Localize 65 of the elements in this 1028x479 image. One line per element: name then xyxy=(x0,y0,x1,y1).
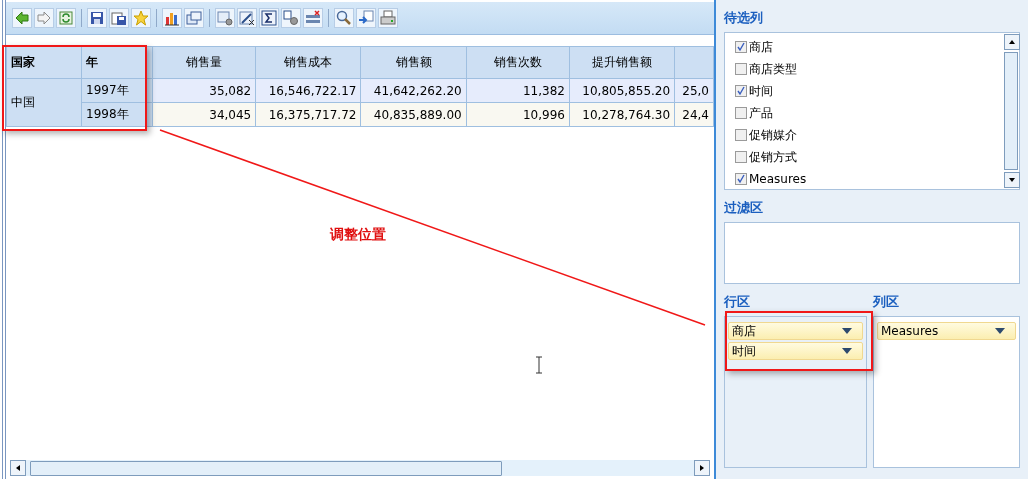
scroll-down-icon xyxy=(1008,176,1016,184)
column-header: 销售次数 xyxy=(466,46,570,79)
column-option[interactable]: 商店类型 xyxy=(749,60,797,78)
table-cell: 40,835,889.00 xyxy=(360,102,467,127)
column-option[interactable]: 商店 xyxy=(749,38,773,56)
scroll-right-icon xyxy=(698,464,706,472)
column-option[interactable]: Measures xyxy=(749,172,807,186)
table-cell: 16,375,717.72 xyxy=(255,102,361,127)
checkbox[interactable] xyxy=(735,63,747,75)
export-icon[interactable] xyxy=(356,8,376,28)
sigma-icon[interactable] xyxy=(259,8,279,28)
row-header-cell: 中国 xyxy=(6,78,82,127)
bar-chart-icon[interactable] xyxy=(162,8,182,28)
caret-icon[interactable] xyxy=(995,328,1005,334)
checkbox[interactable] xyxy=(735,41,747,53)
checkbox[interactable] xyxy=(735,129,747,141)
table-cell: 10,278,764.30 xyxy=(569,102,675,127)
column-option[interactable]: 促销方式 xyxy=(749,148,797,166)
save-as-icon[interactable] xyxy=(109,8,129,28)
table-cell: 34,045 xyxy=(152,102,256,127)
checkbox[interactable] xyxy=(735,107,747,119)
table-cell: 35,082 xyxy=(152,78,256,103)
text-cursor-icon xyxy=(534,356,544,374)
column-option[interactable]: 产品 xyxy=(749,104,773,122)
save-icon[interactable] xyxy=(87,8,107,28)
table-cell: 10,996 xyxy=(466,102,570,127)
horizontal-scrollbar[interactable] xyxy=(10,460,710,476)
refresh-icon[interactable] xyxy=(56,8,76,28)
section-title: 过滤区 xyxy=(724,199,764,217)
checkbox[interactable] xyxy=(735,151,747,163)
table-cell: 11,382 xyxy=(466,78,570,103)
scroll-left-icon xyxy=(14,464,22,472)
star-icon[interactable] xyxy=(131,8,151,28)
scroll-up-icon xyxy=(1008,38,1016,46)
caret-icon[interactable] xyxy=(842,348,852,354)
column-header: 销售成本 xyxy=(255,46,361,79)
column-header: 销售额 xyxy=(360,46,467,79)
annotation-text: 调整位置 xyxy=(330,226,386,244)
field-chip[interactable]: 商店 xyxy=(728,322,863,340)
field-chip[interactable]: Measures xyxy=(877,322,1016,340)
column-option[interactable]: 时间 xyxy=(749,82,773,100)
edit-icon[interactable] xyxy=(237,8,257,28)
section-title: 列区 xyxy=(873,293,900,311)
table-cell: 41,642,262.20 xyxy=(360,78,467,103)
forward-arrow-icon[interactable] xyxy=(34,8,54,28)
caret-icon[interactable] xyxy=(842,328,852,334)
checkbox[interactable] xyxy=(735,85,747,97)
section-title: 行区 xyxy=(724,293,751,311)
remove-icon[interactable] xyxy=(303,8,323,28)
column-header: 提升销售额 xyxy=(569,46,675,79)
column-header: 销售量 xyxy=(152,46,256,79)
back-arrow-icon[interactable] xyxy=(12,8,32,28)
field-chip[interactable]: 时间 xyxy=(728,342,863,360)
vertical-scrollbar[interactable] xyxy=(1003,33,1019,189)
section-title: 待选列 xyxy=(724,9,764,27)
table-cell: 16,546,722.17 xyxy=(255,78,361,103)
column-option[interactable]: 促销媒介 xyxy=(749,126,797,144)
row-drop-zone[interactable]: 商店 时间 xyxy=(724,316,867,468)
print-icon[interactable] xyxy=(378,8,398,28)
checkbox[interactable] xyxy=(735,173,747,185)
search-icon[interactable] xyxy=(334,8,354,28)
windows-icon[interactable] xyxy=(184,8,204,28)
table-cell: 10,805,855.20 xyxy=(569,78,675,103)
column-drop-zone[interactable]: Measures xyxy=(873,316,1020,468)
row-header: 国家 xyxy=(6,46,82,79)
